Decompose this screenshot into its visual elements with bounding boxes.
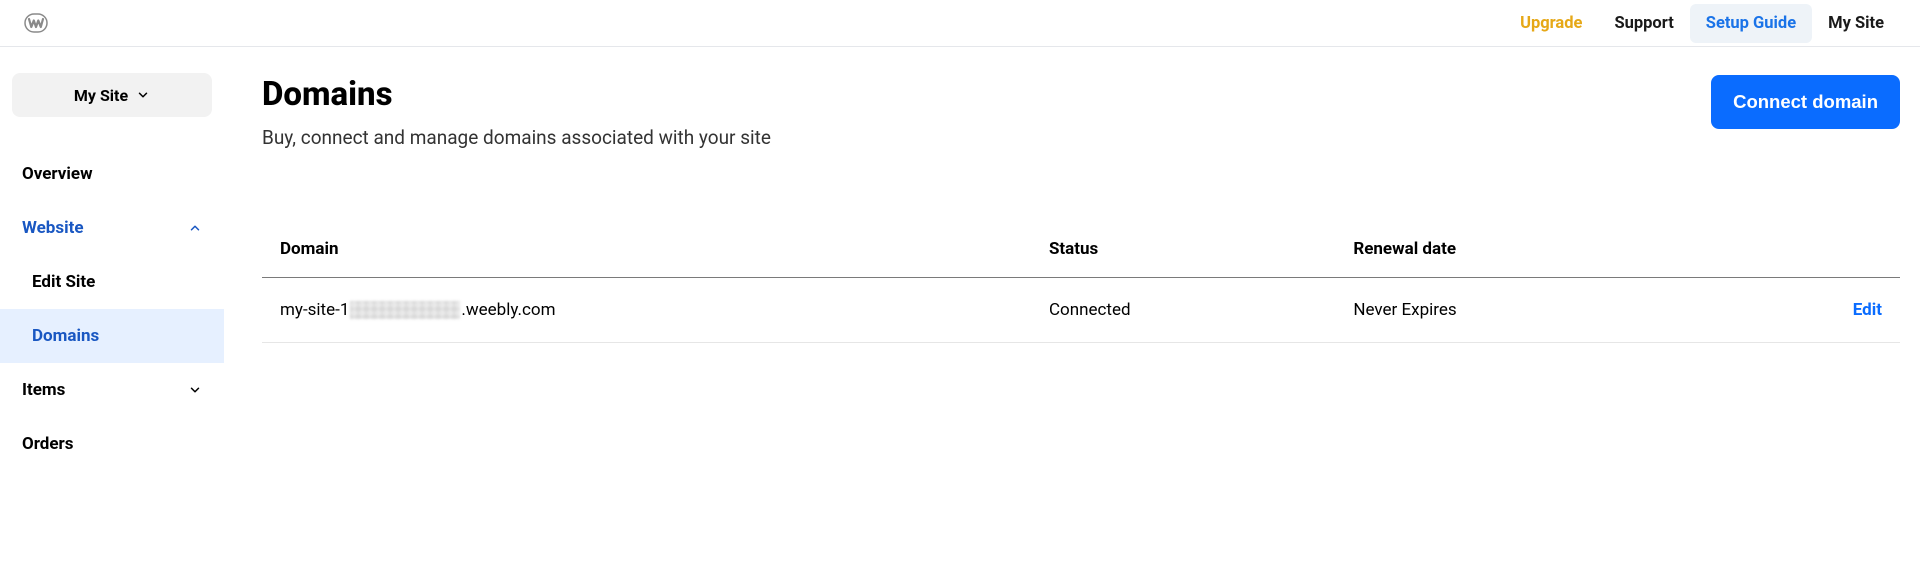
sidebar-item-website[interactable]: Website bbox=[0, 201, 224, 255]
weebly-logo-icon[interactable] bbox=[24, 11, 48, 35]
sidebar-item-label: Domains bbox=[32, 326, 99, 346]
setup-guide-link[interactable]: Setup Guide bbox=[1690, 4, 1812, 43]
redacted-segment bbox=[350, 301, 460, 319]
sidebar-item-domains[interactable]: Domains bbox=[0, 309, 224, 363]
table-header-renewal: Renewal date bbox=[1353, 239, 1770, 259]
domain-renewal: Never Expires bbox=[1353, 300, 1770, 320]
chevron-up-icon bbox=[188, 221, 202, 235]
table-header-domain: Domain bbox=[280, 239, 1049, 259]
support-link[interactable]: Support bbox=[1598, 4, 1689, 43]
sidebar-item-edit-site[interactable]: Edit Site bbox=[0, 255, 224, 309]
upgrade-link[interactable]: Upgrade bbox=[1504, 4, 1598, 43]
page-subtitle: Buy, connect and manage domains associat… bbox=[262, 126, 771, 149]
domain-name: my-site-1.weebly.com bbox=[280, 300, 556, 320]
sidebar-item-label: Overview bbox=[22, 164, 93, 184]
chevron-down-icon bbox=[188, 383, 202, 397]
domains-table: Domain Status Renewal date my-site-1.wee… bbox=[262, 239, 1900, 343]
page-title: Domains bbox=[262, 75, 771, 114]
sidebar-item-label: Website bbox=[22, 218, 84, 238]
domain-status: Connected bbox=[1049, 300, 1353, 320]
sidebar-item-overview[interactable]: Overview bbox=[0, 147, 224, 201]
sidebar-item-label: Orders bbox=[22, 434, 74, 454]
sidebar-item-label: Items bbox=[22, 380, 65, 400]
chevron-down-icon bbox=[136, 88, 150, 102]
connect-domain-button[interactable]: Connect domain bbox=[1711, 75, 1900, 129]
site-switcher[interactable]: My Site bbox=[12, 73, 212, 117]
sidebar-item-orders[interactable]: Orders bbox=[0, 417, 224, 471]
table-header-status: Status bbox=[1049, 239, 1353, 259]
sidebar-item-label: Edit Site bbox=[32, 272, 95, 292]
sidebar-item-items[interactable]: Items bbox=[0, 363, 224, 417]
edit-domain-link[interactable]: Edit bbox=[1853, 300, 1882, 320]
my-site-link[interactable]: My Site bbox=[1812, 4, 1900, 43]
site-switcher-label: My Site bbox=[74, 86, 128, 105]
table-row: my-site-1.weebly.com Connected Never Exp… bbox=[262, 278, 1900, 343]
